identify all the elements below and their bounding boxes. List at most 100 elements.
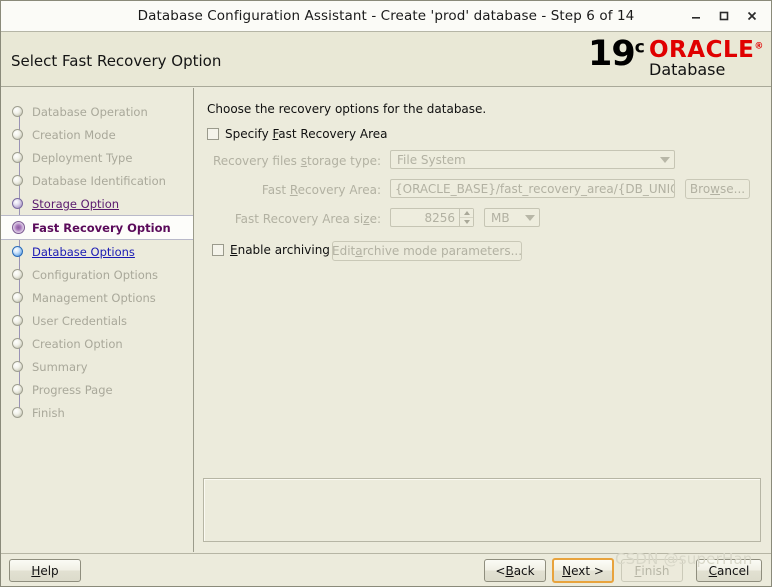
- step-bullet-icon: [12, 407, 23, 418]
- wizard-sidebar: Database Operation Creation Mode Deploym…: [1, 88, 194, 552]
- sidebar-item-database-operation[interactable]: Database Operation: [1, 100, 193, 123]
- title-bar: Database Configuration Assistant - Creat…: [1, 1, 771, 32]
- step-bullet-icon: [12, 361, 23, 372]
- sidebar-item-database-identification[interactable]: Database Identification: [1, 169, 193, 192]
- oracle-version: 19c: [588, 36, 645, 72]
- message-panel: [203, 478, 761, 542]
- label-part-post: elp: [40, 563, 59, 578]
- enable-archiving-label: Enable archiving: [230, 243, 330, 257]
- label-part-post: nable archiving: [237, 243, 330, 257]
- chevron-down-icon: [525, 214, 535, 221]
- sidebar-item-fast-recovery-option[interactable]: Fast Recovery Option: [1, 215, 193, 240]
- window-controls: [683, 1, 765, 31]
- spinner-up-icon[interactable]: [460, 209, 473, 218]
- fra-size-unit-combo[interactable]: MB: [484, 208, 540, 227]
- back-button[interactable]: < Back: [484, 559, 546, 582]
- sidebar-item-deployment-type[interactable]: Deployment Type: [1, 146, 193, 169]
- minimize-icon[interactable]: [683, 4, 709, 28]
- window-title: Database Configuration Assistant - Creat…: [137, 8, 635, 24]
- help-button[interactable]: Help: [9, 559, 81, 582]
- label-mnemonic: R: [289, 183, 298, 197]
- oracle-wordmark: ORACLE®: [649, 38, 764, 62]
- label-mnemonic: B: [505, 563, 514, 578]
- sidebar-item-label: Creation Option: [32, 336, 123, 351]
- label-mnemonic: E: [230, 243, 238, 257]
- label-part-post: e:: [369, 212, 381, 226]
- cancel-button[interactable]: Cancel: [696, 559, 762, 582]
- fra-size-spinner[interactable]: 8256: [390, 208, 474, 227]
- step-bullet-icon: [12, 384, 23, 395]
- sidebar-item-management-options[interactable]: Management Options: [1, 286, 193, 309]
- fra-size-label: Fast Recovery Area size:: [209, 212, 381, 226]
- storage-type-value: File System: [397, 152, 466, 167]
- sidebar-item-label: User Credentials: [32, 313, 128, 328]
- sidebar-item-configuration-options[interactable]: Configuration Options: [1, 263, 193, 286]
- label-part-pre: Fast: [261, 183, 290, 197]
- specify-fast-recovery-area-row[interactable]: Specify Fast Recovery Area: [207, 127, 388, 141]
- sidebar-item-progress-page[interactable]: Progress Page: [1, 378, 193, 401]
- sidebar-item-storage-option[interactable]: Storage Option: [1, 192, 193, 215]
- enable-archiving-checkbox[interactable]: [212, 244, 224, 256]
- fra-path-value: {ORACLE_BASE}/fast_recovery_area/{DB_UNI…: [395, 181, 675, 196]
- label-mnemonic: a: [355, 244, 363, 258]
- step-bullet-icon: [12, 221, 25, 234]
- label-mnemonic: N: [562, 563, 572, 578]
- oracle-version-number: 19: [588, 34, 636, 74]
- fra-path-label: Fast Recovery Area:: [209, 183, 381, 197]
- label-part-post: ancel: [717, 563, 750, 578]
- storage-type-combo[interactable]: File System: [390, 150, 675, 169]
- sidebar-item-label: Creation Mode: [32, 127, 116, 142]
- sidebar-item-user-credentials[interactable]: User Credentials: [1, 309, 193, 332]
- sidebar-item-database-options[interactable]: Database Options: [1, 240, 193, 263]
- storage-type-label: Recovery files storage type:: [209, 154, 381, 168]
- label-part-pre: Specify: [225, 127, 273, 141]
- sidebar-item-creation-mode[interactable]: Creation Mode: [1, 123, 193, 146]
- finish-button: Finish: [621, 559, 683, 582]
- label-part-post: inish: [641, 563, 670, 578]
- oracle-logo: 19c ORACLE® Database: [585, 36, 763, 84]
- wizard-footer: Help < Back Next > Finish Cancel: [1, 553, 771, 586]
- step-bullet-icon: [12, 315, 23, 326]
- oracle-version-suffix: c: [634, 37, 645, 58]
- sidebar-item-label: Finish: [32, 405, 65, 420]
- label-mnemonic: w: [710, 182, 720, 196]
- wizard-step-list: Database Operation Creation Mode Deploym…: [1, 88, 193, 424]
- edit-archive-mode-parameters-button[interactable]: Edit a rchive mode parameters...: [332, 241, 522, 261]
- step-bullet-icon: [12, 269, 23, 280]
- step-bullet-icon: [12, 338, 23, 349]
- sidebar-item-label: Management Options: [32, 290, 156, 305]
- specify-fast-recovery-area-checkbox[interactable]: [207, 128, 219, 140]
- step-bullet-icon: [12, 106, 23, 117]
- sidebar-item-label: Database Operation: [32, 104, 148, 119]
- step-bullet-icon: [12, 198, 23, 209]
- label-part-pre: Fast Recovery Area si: [234, 212, 364, 226]
- step-bullet-icon: [12, 152, 23, 163]
- enable-archiving-row[interactable]: Enable archiving: [212, 243, 330, 257]
- sidebar-item-creation-option[interactable]: Creation Option: [1, 332, 193, 355]
- browse-button[interactable]: Bro w se...: [685, 179, 750, 199]
- label-part-post: rchive mode parameters...: [362, 244, 523, 258]
- spinner-buttons[interactable]: [459, 209, 473, 226]
- dbca-window: Database Configuration Assistant - Creat…: [0, 0, 772, 587]
- spinner-down-icon[interactable]: [460, 218, 473, 226]
- instruction-text: Choose the recovery options for the data…: [207, 102, 487, 116]
- label-part-pre: <: [495, 563, 506, 578]
- sidebar-item-label: Progress Page: [32, 382, 113, 397]
- label-part-pre: Bro: [689, 182, 711, 196]
- sidebar-item-finish[interactable]: Finish: [1, 401, 193, 424]
- label-mnemonic: C: [708, 563, 718, 578]
- sidebar-item-summary[interactable]: Summary: [1, 355, 193, 378]
- page-header: Select Fast Recovery Option 19c ORACLE® …: [1, 32, 771, 87]
- oracle-product-name: Database: [649, 60, 726, 79]
- fra-size-value: 8256: [424, 210, 455, 225]
- chevron-down-icon: [660, 156, 670, 163]
- close-icon[interactable]: [739, 4, 765, 28]
- label-part-post: se...: [720, 182, 746, 196]
- sidebar-item-label: Fast Recovery Option: [32, 220, 171, 235]
- label-part-pre: Recovery files: [212, 154, 301, 168]
- fra-path-input[interactable]: {ORACLE_BASE}/fast_recovery_area/{DB_UNI…: [390, 179, 675, 198]
- label-mnemonic: H: [31, 563, 41, 578]
- oracle-trademark-icon: ®: [754, 41, 764, 52]
- maximize-icon[interactable]: [711, 4, 737, 28]
- next-button[interactable]: Next >: [552, 558, 614, 583]
